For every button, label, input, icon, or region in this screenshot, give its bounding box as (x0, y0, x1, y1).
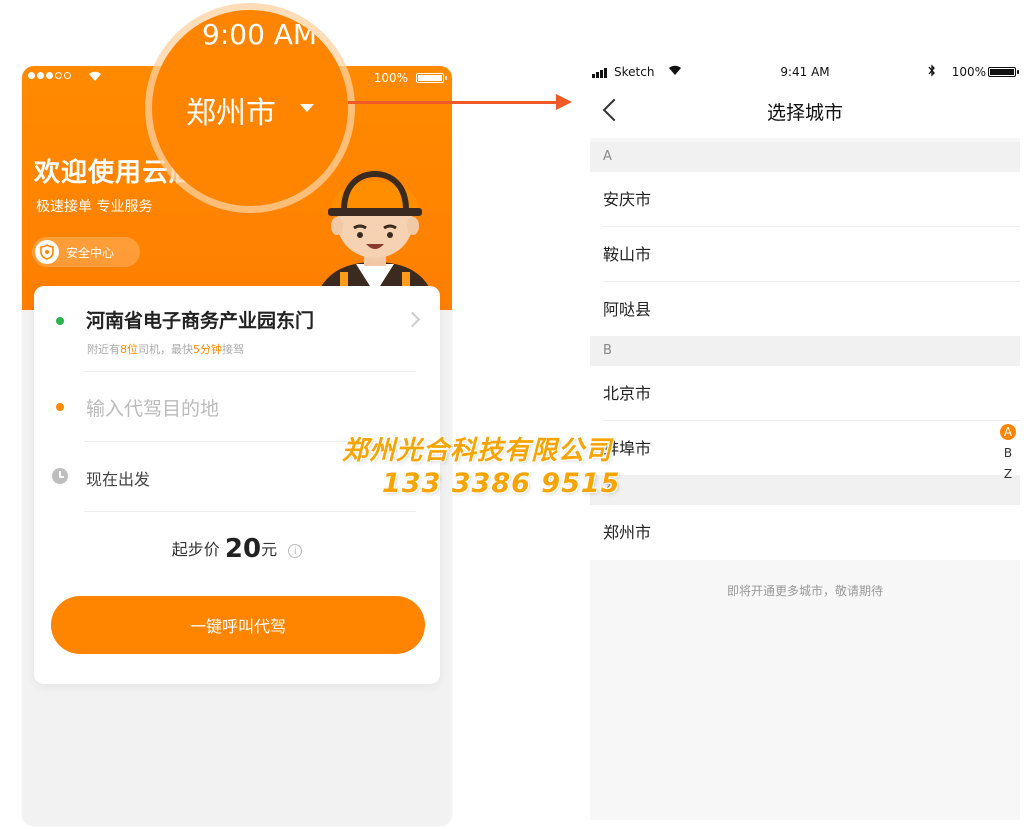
section-header-b: B (590, 336, 1020, 366)
page-title: 选择城市 (766, 102, 843, 124)
price-amount: 20 (224, 534, 262, 564)
alphabet-index-bar[interactable]: A B Z (1000, 424, 1016, 487)
tagline: 极速接单 专业服务 (36, 199, 153, 215)
bluetooth-icon (928, 64, 935, 77)
index-letter-b[interactable]: B (1000, 445, 1016, 461)
clock-icon (52, 468, 68, 484)
safety-center-button[interactable]: 安全中心 (32, 237, 140, 267)
wifi-icon (89, 71, 101, 81)
city-item[interactable]: 北京市 (590, 366, 1020, 421)
index-letter-a[interactable]: A (1000, 424, 1016, 440)
starting-price: 起步价 20元 i (34, 534, 440, 564)
city-item[interactable]: 安庆市 (590, 172, 1020, 227)
flow-arrow-icon (348, 101, 558, 104)
nav-bar: 选择城市 (590, 86, 1020, 138)
current-city: 郑州市 (186, 96, 276, 131)
arrow-head-icon (556, 94, 572, 110)
safety-center-label: 安全中心 (66, 245, 115, 260)
city-item[interactable]: 蚌埠市 (590, 421, 1020, 476)
pickup-location-row[interactable]: 河南省电子商务产业园东门 附近有8位司机，最快5分钟接驾 (34, 286, 440, 372)
watermark-phone: 133 3386 9515 (382, 468, 621, 499)
signal-icon (28, 72, 71, 79)
chevron-right-icon (404, 311, 421, 328)
coming-soon-note: 即将开通更多城市，敬请期待 (726, 584, 883, 598)
caret-down-icon (300, 104, 314, 112)
divider (84, 511, 416, 512)
call-driver-button[interactable]: 一键呼叫代驾 (51, 596, 425, 654)
section-header-a: A (590, 142, 1020, 172)
battery-text: 100% (373, 71, 408, 85)
departure-time-label: 现在出发 (86, 470, 151, 489)
index-letter-z[interactable]: Z (1000, 466, 1016, 482)
city-select-screen: Sketch 9:41 AM 100% 选择城市 A 安庆市 鞍山市 阿哒县 B… (590, 60, 1020, 820)
battery-icon (416, 73, 447, 83)
info-icon[interactable]: i (288, 544, 303, 558)
shield-icon (35, 240, 59, 264)
pickup-dot-icon (56, 317, 64, 325)
city-selector-magnifier[interactable]: 9:00 AM 郑州市 (152, 10, 348, 206)
booking-card: 河南省电子商务产业园东门 附近有8位司机，最快5分钟接驾 输入代驾目的地 现在出… (34, 286, 440, 684)
nearby-drivers-text: 附近有8位司机，最快5分钟接驾 (87, 343, 244, 356)
section-header-z: Z (590, 475, 1020, 505)
watermark-company: 郑州光合科技有限公司 (342, 436, 613, 466)
city-item[interactable]: 郑州市 (590, 505, 1020, 560)
pickup-address: 河南省电子商务产业园东门 (86, 310, 315, 332)
status-bar: Sketch 9:41 AM 100% (590, 60, 1020, 86)
city-item[interactable]: 阿哒县 (590, 282, 1020, 337)
battery-text: 100% (951, 65, 986, 79)
battery-icon (988, 67, 1019, 77)
city-item[interactable]: 鞍山市 (590, 227, 1020, 282)
destination-dot-icon (56, 403, 64, 411)
destination-placeholder: 输入代驾目的地 (86, 398, 220, 420)
lens-time: 9:00 AM (202, 18, 318, 51)
